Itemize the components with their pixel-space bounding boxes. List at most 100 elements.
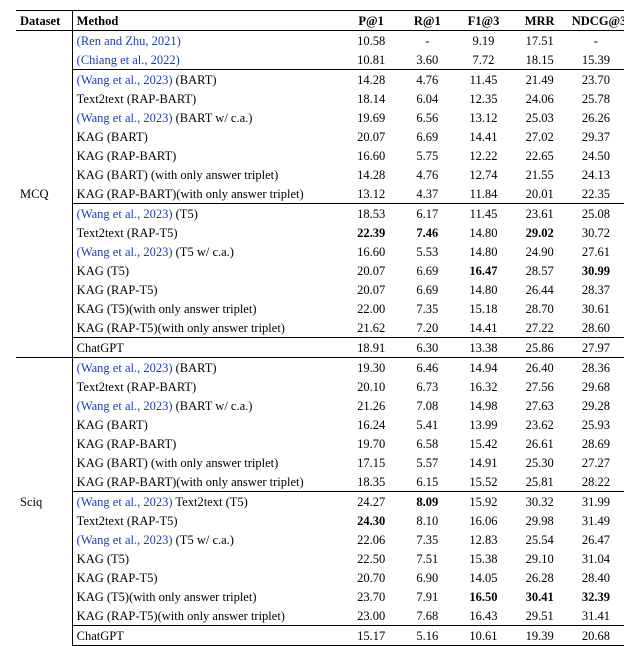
col-f1: F1@3 <box>455 11 511 31</box>
method-cell: KAG (T5) <box>72 549 343 568</box>
metric-p1: 24.30 <box>343 511 399 530</box>
metric-mrr: 24.06 <box>512 89 568 108</box>
method-cell: (Wang et al., 2023) (T5 w/ c.a.) <box>72 242 343 261</box>
method-text: KAG (BART) (with only answer triplet) <box>77 168 279 182</box>
table-row: (Wang et al., 2023) (BART w/ c.a.)19.696… <box>16 108 624 127</box>
method-text: KAG (RAP-T5) <box>77 571 158 585</box>
metric-mrr: 27.56 <box>512 377 568 396</box>
metric-r1: 6.58 <box>399 434 455 453</box>
metric-ndcg: 24.50 <box>568 146 624 165</box>
method-cell: KAG (RAP-T5)(with only answer triplet) <box>72 318 343 338</box>
col-dataset: Dataset <box>16 11 72 31</box>
metric-ndcg: 28.22 <box>568 472 624 492</box>
method-text: ChatGPT <box>77 629 124 643</box>
metric-mrr: 19.39 <box>512 626 568 646</box>
table-row: MCQ(Ren and Zhu, 2021)10.58-9.1917.51- <box>16 31 624 51</box>
table-row: Text2text (RAP-T5)24.308.1016.0629.9831.… <box>16 511 624 530</box>
metric-mrr: 23.61 <box>512 204 568 224</box>
method-text: KAG (RAP-BART) <box>77 149 177 163</box>
citation-link[interactable]: (Ren and Zhu, 2021) <box>77 34 181 48</box>
metric-p1: 19.70 <box>343 434 399 453</box>
metric-p1: 14.28 <box>343 70 399 90</box>
metric-ndcg: 25.08 <box>568 204 624 224</box>
col-p1: P@1 <box>343 11 399 31</box>
citation-link[interactable]: (Chiang et al., 2022) <box>77 53 180 67</box>
table-row: (Wang et al., 2023) (T5)18.536.1711.4523… <box>16 204 624 224</box>
citation-link[interactable]: (Wang et al., 2023) <box>77 399 173 413</box>
metric-ndcg: 26.26 <box>568 108 624 127</box>
metric-r1: 5.75 <box>399 146 455 165</box>
table-row: Text2text (RAP-BART)20.106.7316.3227.562… <box>16 377 624 396</box>
metric-f1: 13.12 <box>455 108 511 127</box>
metric-p1: 10.58 <box>343 31 399 51</box>
method-text: KAG (T5) <box>77 552 129 566</box>
table-row: KAG (RAP-T5)(with only answer triplet)21… <box>16 318 624 338</box>
metric-ndcg: 29.28 <box>568 396 624 415</box>
table-row: KAG (RAP-T5)20.706.9014.0526.2828.40 <box>16 568 624 587</box>
metric-mrr: 30.32 <box>512 492 568 512</box>
metric-f1: 12.22 <box>455 146 511 165</box>
table-row: KAG (BART) (with only answer triplet)17.… <box>16 453 624 472</box>
metric-p1: 21.62 <box>343 318 399 338</box>
metric-f1: 14.80 <box>455 223 511 242</box>
table-row: Text2text (RAP-T5)22.397.4614.8029.0230.… <box>16 223 624 242</box>
citation-link[interactable]: (Wang et al., 2023) <box>77 533 173 547</box>
table-row: (Wang et al., 2023) (T5 w/ c.a.)16.605.5… <box>16 242 624 261</box>
method-cell: (Wang et al., 2023) (BART) <box>72 358 343 378</box>
metric-ndcg: 27.97 <box>568 338 624 358</box>
citation-link[interactable]: (Wang et al., 2023) <box>77 207 173 221</box>
metric-ndcg: 15.39 <box>568 50 624 70</box>
method-suffix: (BART) <box>173 361 217 375</box>
metric-ndcg: 24.13 <box>568 165 624 184</box>
metric-p1: 21.26 <box>343 396 399 415</box>
method-text: Text2text (RAP-T5) <box>77 226 178 240</box>
table-row: KAG (T5)(with only answer triplet)22.007… <box>16 299 624 318</box>
metric-f1: 14.94 <box>455 358 511 378</box>
table-row: (Wang et al., 2023) (T5 w/ c.a.)22.067.3… <box>16 530 624 549</box>
method-text: Text2text (RAP-BART) <box>77 380 197 394</box>
metric-r1: 8.09 <box>399 492 455 512</box>
metric-f1: 16.47 <box>455 261 511 280</box>
metric-p1: 22.50 <box>343 549 399 568</box>
citation-link[interactable]: (Wang et al., 2023) <box>77 111 173 125</box>
metric-r1: 6.30 <box>399 338 455 358</box>
metric-ndcg: 27.61 <box>568 242 624 261</box>
metric-r1: 7.35 <box>399 299 455 318</box>
method-text: KAG (BART) <box>77 418 148 432</box>
metric-ndcg: 25.78 <box>568 89 624 108</box>
dataset-label: Sciq <box>16 358 72 646</box>
citation-link[interactable]: (Wang et al., 2023) <box>77 245 173 259</box>
metric-r1: 6.04 <box>399 89 455 108</box>
method-text: Text2text (RAP-BART) <box>77 92 197 106</box>
metric-ndcg: 31.49 <box>568 511 624 530</box>
table-row: ChatGPT18.916.3013.3825.8627.97 <box>16 338 624 358</box>
metric-ndcg: 28.40 <box>568 568 624 587</box>
method-text: ChatGPT <box>77 341 124 355</box>
method-text: KAG (RAP-T5) <box>77 283 158 297</box>
table-row: KAG (T5)(with only answer triplet)23.707… <box>16 587 624 606</box>
metric-mrr: 26.28 <box>512 568 568 587</box>
method-suffix: Text2text (T5) <box>173 495 248 509</box>
metric-f1: 10.61 <box>455 626 511 646</box>
method-cell: Text2text (RAP-T5) <box>72 511 343 530</box>
method-text: KAG (T5)(with only answer triplet) <box>77 302 257 316</box>
metric-f1: 14.80 <box>455 280 511 299</box>
metric-r1: 6.56 <box>399 108 455 127</box>
metric-ndcg: 20.68 <box>568 626 624 646</box>
metric-f1: 16.06 <box>455 511 511 530</box>
metric-p1: 18.14 <box>343 89 399 108</box>
method-suffix: (BART w/ c.a.) <box>173 399 253 413</box>
method-cell: KAG (BART) (with only answer triplet) <box>72 453 343 472</box>
metric-mrr: 27.02 <box>512 127 568 146</box>
method-text: KAG (RAP-BART) <box>77 437 177 451</box>
metric-f1: 14.98 <box>455 396 511 415</box>
citation-link[interactable]: (Wang et al., 2023) <box>77 361 173 375</box>
metric-r1: 7.91 <box>399 587 455 606</box>
metric-r1: 8.10 <box>399 511 455 530</box>
table-row: Sciq(Wang et al., 2023) (BART)19.306.461… <box>16 358 624 378</box>
method-text: KAG (BART) <box>77 130 148 144</box>
citation-link[interactable]: (Wang et al., 2023) <box>77 495 173 509</box>
citation-link[interactable]: (Wang et al., 2023) <box>77 73 173 87</box>
metric-ndcg: 28.60 <box>568 318 624 338</box>
metric-ndcg: 29.68 <box>568 377 624 396</box>
